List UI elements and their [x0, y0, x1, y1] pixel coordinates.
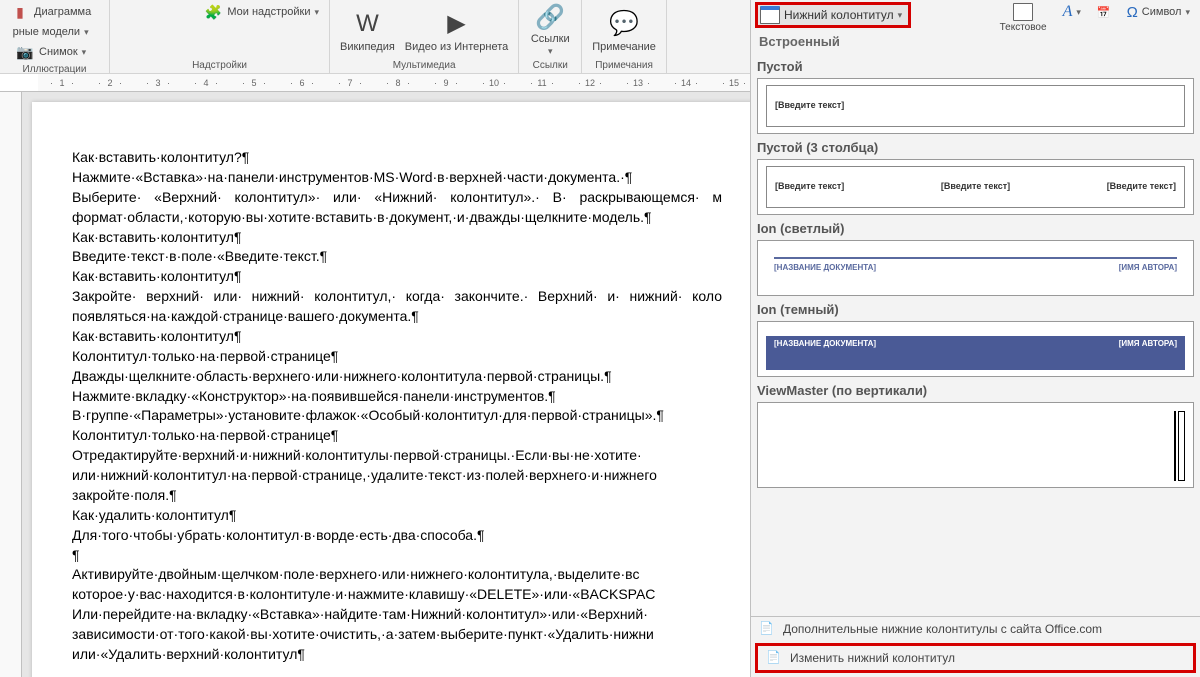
links-button[interactable]: 🔗Ссылки▾: [525, 2, 575, 58]
textbox-button[interactable]: Текстовое: [996, 2, 1051, 34]
ribbon-group-addins: 🧩Мои надстройки▾ Надстройки: [110, 0, 330, 73]
ribbon-group-links: 🔗Ссылки▾ Ссылки: [519, 0, 582, 73]
models-button[interactable]: рные модели▾: [6, 22, 95, 42]
gallery-item-ion-light[interactable]: [НАЗВАНИЕ ДОКУМЕНТА] [ИМЯ АВТОРА]: [757, 240, 1194, 296]
office-icon: 📄: [759, 621, 775, 637]
author-text: [ИМЯ АВТОРА]: [1119, 263, 1177, 289]
document-line[interactable]: ¶: [72, 546, 722, 566]
doc-title-text: [НАЗВАНИЕ ДОКУМЕНТА]: [774, 339, 876, 367]
link-icon: 🔗: [534, 3, 566, 32]
omega-icon: Ω: [1127, 4, 1138, 21]
document-line[interactable]: Как·вставить·колонтитул?¶: [72, 148, 722, 168]
screenshot-icon: 📷: [15, 42, 35, 62]
chevron-down-icon: ▾: [898, 10, 903, 21]
chart-icon: ▮: [10, 2, 30, 22]
doc-title-text: [НАЗВАНИЕ ДОКУМЕНТА]: [774, 263, 876, 289]
chevron-down-icon: ▾: [84, 27, 89, 38]
footer-gallery-panel: Нижний колонтитул ▾ Текстовое A▾ 📅 ΩСимв…: [750, 0, 1200, 677]
document-line[interactable]: Закройте· верхний· или· нижний· колонтит…: [72, 287, 722, 327]
chevron-down-icon: ▾: [82, 47, 87, 58]
wikipedia-icon: W: [351, 8, 383, 40]
group-label-links: Ссылки: [525, 58, 575, 73]
gallery-title-ion-light: Ion (светлый): [757, 221, 1194, 236]
footer-icon: [760, 6, 780, 24]
document-line[interactable]: Введите·текст·в·поле·«Введите·текст.¶: [72, 247, 722, 267]
vertical-ruler[interactable]: [0, 92, 22, 677]
document-line[interactable]: В·группе·«Параметры»·установите·флажок·«…: [72, 406, 722, 426]
screenshot-button[interactable]: 📷Снимок▾: [6, 42, 95, 62]
placeholder-text: [Введите текст]: [775, 181, 844, 203]
symbol-button[interactable]: ΩСимвол▾: [1123, 2, 1194, 22]
chevron-down-icon: ▾: [548, 46, 553, 57]
ribbon-group-media: WВикипедия ▶Видео из Интернета Мультимед…: [330, 0, 519, 73]
gallery-title-empty3: Пустой (3 столбца): [757, 140, 1194, 155]
video-icon: ▶: [441, 8, 473, 40]
edit-footer-icon: 📄: [766, 650, 782, 666]
document-line[interactable]: Как·вставить·колонтитул¶: [72, 228, 722, 248]
edit-footer-link[interactable]: 📄 Изменить нижний колонтитул: [755, 643, 1196, 673]
document-line[interactable]: Как·вставить·колонтитул¶: [72, 267, 722, 287]
placeholder-text: [Введите текст]: [941, 181, 1010, 203]
document-page[interactable]: Как·вставить·колонтитул?¶Нажмите·«Вставк…: [32, 102, 762, 677]
my-addins-button[interactable]: 🧩Мои надстройки▾: [199, 2, 323, 22]
panel-gallery: Пустой [Введите текст] Пустой (3 столбца…: [751, 53, 1200, 616]
dropcap-button[interactable]: A▾: [1059, 2, 1085, 22]
comment-icon: 💬: [608, 8, 640, 40]
footer-button-label: Нижний колонтитул: [784, 8, 894, 22]
placeholder-text: [Введите текст]: [1107, 181, 1176, 203]
document-line[interactable]: Активируйте·двойным·щелчком·поле·верхнег…: [72, 565, 722, 645]
document-line[interactable]: Выберите· «Верхний· колонтитул»· или· «Н…: [72, 188, 722, 228]
document-line[interactable]: Нажмите·«Вставка»·на·панели·инструментов…: [72, 168, 722, 188]
document-line[interactable]: Для·того·чтобы·убрать·колонтитул·в·ворде…: [72, 526, 722, 546]
ribbon-group-comments: 💬Примечание Примечания: [582, 0, 667, 73]
group-label-addins: Надстройки: [116, 58, 323, 73]
document-line[interactable]: Как·удалить·колонтитул¶: [72, 506, 722, 526]
addin-icon: 🧩: [203, 2, 223, 22]
date-icon: 📅: [1097, 6, 1111, 19]
chevron-down-icon: ▾: [1185, 7, 1190, 18]
document-line[interactable]: Колонтитул·только·на·первой·странице¶: [72, 426, 722, 446]
date-button[interactable]: 📅: [1093, 2, 1115, 22]
author-text: [ИМЯ АВТОРА]: [1119, 339, 1177, 367]
document-line[interactable]: Дважды·щелкните·область·верхнего·или·ниж…: [72, 367, 722, 387]
placeholder-text: [Введите текст]: [775, 100, 844, 122]
diagram-button[interactable]: ▮Диаграмма: [6, 2, 95, 22]
wikipedia-button[interactable]: WВикипедия: [336, 2, 399, 58]
document-line[interactable]: Отредактируйте·верхний·и·нижний·колонтит…: [72, 446, 722, 506]
panel-header: Нижний колонтитул ▾ Текстовое A▾ 📅 ΩСимв…: [751, 0, 1200, 30]
document-line[interactable]: или·«Удалить·верхний·колонтитул¶: [72, 645, 722, 665]
comment-button[interactable]: 💬Примечание: [588, 2, 660, 58]
gallery-title-ion-dark: Ion (темный): [757, 302, 1194, 317]
textbox-icon: [1013, 3, 1033, 21]
online-video-button[interactable]: ▶Видео из Интернета: [401, 2, 512, 58]
footer-dropdown-button[interactable]: Нижний колонтитул ▾: [755, 2, 911, 28]
dropcap-icon: A: [1063, 3, 1073, 21]
panel-footer: 📄 Дополнительные нижние колонтитулы с са…: [751, 616, 1200, 677]
group-label-comments: Примечания: [588, 58, 660, 73]
document-line[interactable]: Нажмите·вкладку·«Конструктор»·на·появивш…: [72, 387, 722, 407]
gallery-title-empty: Пустой: [757, 59, 1194, 74]
ribbon-group-illustrations: ▮Диаграмма рные модели▾ 📷Снимок▾ Иллюстр…: [0, 0, 110, 73]
gallery-item-empty[interactable]: [Введите текст]: [757, 78, 1194, 134]
gallery-item-ion-dark[interactable]: [НАЗВАНИЕ ДОКУМЕНТА] [ИМЯ АВТОРА]: [757, 321, 1194, 377]
gallery-item-empty3[interactable]: [Введите текст] [Введите текст] [Введите…: [757, 159, 1194, 215]
gallery-item-viewmaster[interactable]: [757, 402, 1194, 488]
group-label-media: Мультимедиа: [336, 58, 512, 73]
chevron-down-icon: ▾: [314, 7, 319, 18]
more-footers-link[interactable]: 📄 Дополнительные нижние колонтитулы с са…: [751, 617, 1200, 641]
document-line[interactable]: Колонтитул·только·на·первой·странице¶: [72, 347, 722, 367]
document-line[interactable]: Как·вставить·колонтитул¶: [72, 327, 722, 347]
gallery-title-viewmaster: ViewMaster (по вертикали): [757, 383, 1194, 398]
